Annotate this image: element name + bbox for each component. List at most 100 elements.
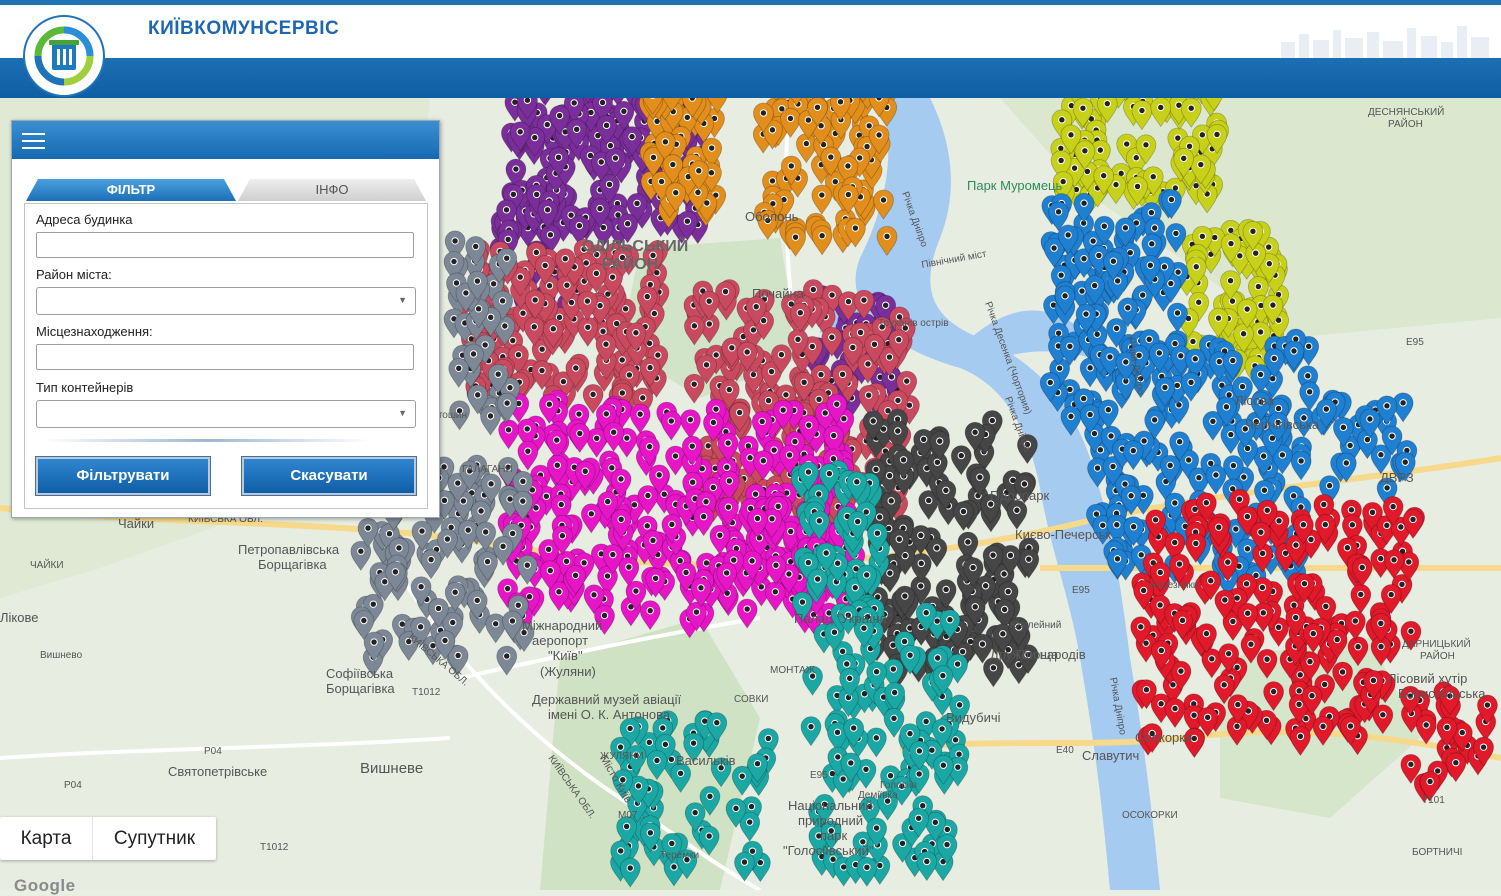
marker-dot [1158,701,1164,707]
marker-dot [724,464,730,470]
marker-dot [831,629,837,635]
marker-dot [644,293,650,299]
marker-dot [1067,343,1073,349]
marker-dot [907,730,913,736]
marker-dot [687,416,693,422]
cancel-button[interactable]: Скасувати [242,457,416,495]
marker-dot [1081,255,1087,261]
map-type-satellite-button[interactable]: Супутник [93,817,216,860]
marker-dot [1179,617,1185,623]
address-input[interactable] [36,232,414,258]
tab-filter[interactable]: ФІЛЬТР [26,179,236,201]
district-label: Район міста: [36,267,112,282]
marker-dot [837,99,843,105]
container-type-select[interactable]: ▼ [36,400,416,428]
marker-dot [916,815,922,821]
district-select[interactable]: ▼ [36,287,416,315]
location-input[interactable] [36,344,414,370]
marker-dot [891,689,897,695]
marker-dot [1140,587,1146,593]
marker-dot [502,323,508,329]
marker-dot [617,744,623,750]
marker-dot [1191,712,1197,718]
marker-dot [545,546,551,552]
marker-dot [896,336,902,342]
marker-dot [902,593,908,599]
marker-dot [1130,447,1136,453]
marker-dot [1196,299,1202,305]
marker-dot [546,401,552,407]
marker-dot [768,368,774,374]
map-label: Державний музей авіації [532,692,682,707]
marker-dot [478,508,484,514]
marker-dot [808,723,814,729]
map-type-map-button[interactable]: Карта [0,817,93,860]
marker-dot [619,390,625,396]
marker-dot [1236,496,1242,502]
marker-dot [588,511,594,517]
marker-dot [563,558,569,564]
marker-dot [1391,557,1397,563]
recycle-bin-logo-icon[interactable] [22,14,106,98]
marker-dot [787,115,793,121]
marker-dot [819,192,825,198]
marker-dot [1068,132,1074,138]
marker-dot [822,410,828,416]
map-label: Осокорки [1135,730,1192,745]
marker-dot [1322,521,1328,527]
location-label: Місцезнаходження: [36,324,153,339]
marker-dot [816,518,822,524]
tab-info[interactable]: ІНФО [238,179,426,201]
map-label: ГАЛАГАНИ [462,464,513,475]
marker-dot [972,429,978,435]
marker-dot [932,819,938,825]
map-label: Борщагівка [326,681,395,696]
marker-dot [759,418,765,424]
marker-dot [1146,336,1152,342]
marker-dot [1339,669,1345,675]
marker-dot [1459,729,1465,735]
marker-dot [576,222,582,228]
marker-dot [543,493,549,499]
marker-dot [752,491,758,497]
marker-dot [629,133,635,139]
marker-dot [418,584,424,590]
marker-dot [622,306,628,312]
marker-dot [1209,656,1215,662]
marker-dot [874,530,880,536]
app-header: КИЇВКОМУНСЕРВІС [0,0,1501,98]
marker-dot [646,443,652,449]
marker-dot [531,324,537,330]
marker-dot [940,762,946,768]
marker-dot [655,352,661,358]
map-label: E95 [1406,337,1424,348]
marker-dot [624,221,630,227]
marker-dot [852,225,858,231]
marker-dot [916,748,922,754]
marker-dot [1301,580,1307,586]
marker-dot [1321,501,1327,507]
marker-dot [783,392,789,398]
marker-dot [1090,238,1096,244]
marker-dot [1199,233,1205,239]
marker-dot [598,159,604,165]
marker-dot [888,498,894,504]
marker-dot [1378,643,1384,649]
marker-dot [634,200,640,206]
filter-button[interactable]: Фільтрувати [36,457,210,495]
marker-dot [1157,602,1163,608]
marker-dot [848,760,854,766]
hamburger-menu-icon[interactable] [22,133,45,148]
marker-dot [937,438,943,444]
map-label: Лісова [1235,393,1275,408]
marker-dot [979,641,985,647]
marker-dot [619,357,625,363]
marker-dot [710,419,716,425]
map-label: Святопетрівське [168,764,267,779]
marker-dot [944,826,950,832]
marker-dot [603,341,609,347]
marker-dot [857,329,863,335]
marker-dot [726,478,732,484]
marker-dot [455,652,461,658]
marker-dot [792,438,798,444]
